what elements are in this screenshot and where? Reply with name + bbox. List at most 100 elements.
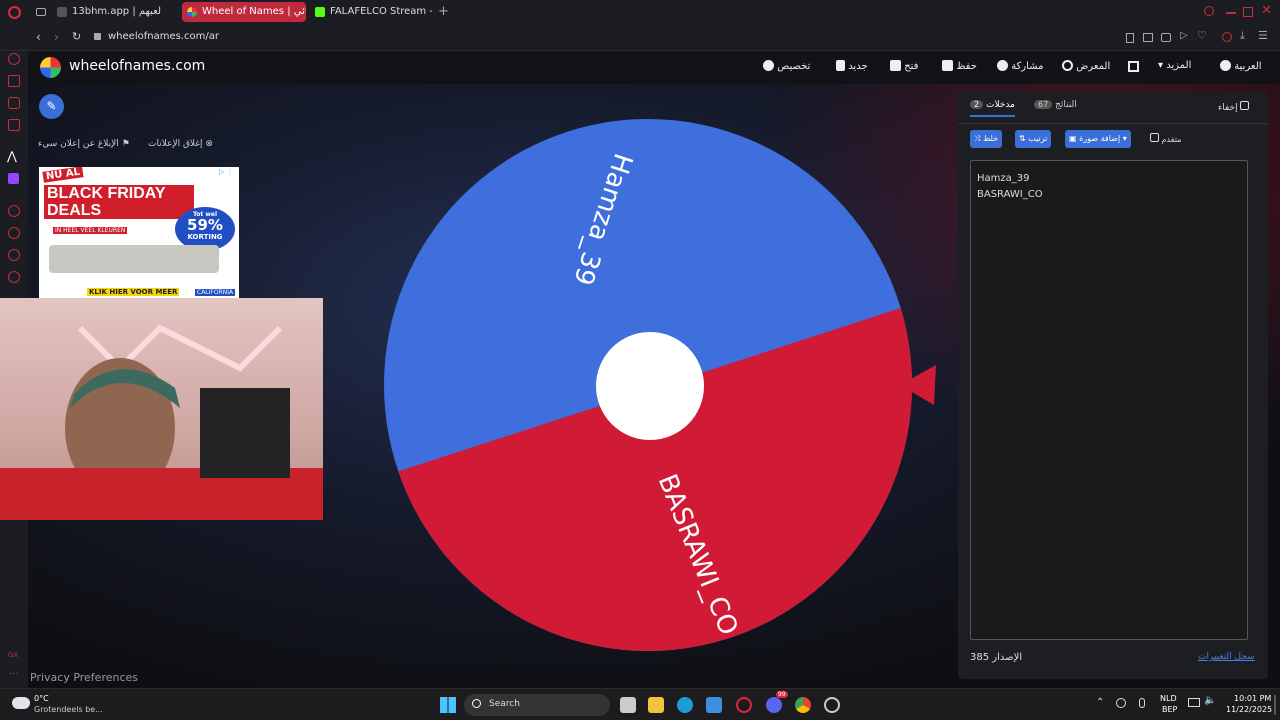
weather-temp: 0°C [34,694,49,703]
weather-icon[interactable] [12,697,30,709]
speed-dial-icon[interactable] [8,53,20,65]
wheel-svg[interactable]: Hamza_39 BASRAWI_CO [384,119,912,651]
more-sidebar-icon[interactable]: ··· [9,669,19,680]
more-dropdown[interactable]: ▾ المزيد [1158,60,1191,71]
close-ads-link[interactable]: إغلاق الإعلانات ⊗ [148,139,213,149]
file-explorer-icon[interactable] [648,697,664,713]
language-selector[interactable]: العربية [1216,60,1262,72]
sort-button[interactable]: ⇅ ترتيب [1015,130,1052,148]
tab-entries[interactable]: مدخلات 2 [970,100,1015,117]
clock-date[interactable]: 11/22/2025 [1226,705,1272,714]
twitch-icon[interactable] [8,173,19,184]
reload-button[interactable]: ↻ [72,30,81,43]
opera-gx-icon[interactable] [736,697,752,713]
ad-banner[interactable]: NU AL BLACK FRIDAY DEALS IN HEEL VEEL KL… [39,167,239,298]
settings-icon[interactable] [8,271,20,283]
ad-headline: BLACK FRIDAY DEALS [44,185,194,219]
discord-icon[interactable] [766,697,782,713]
wheel-center[interactable] [596,332,704,440]
minimize-button[interactable] [1226,12,1236,14]
aria-icon[interactable]: ⋀ [7,149,17,163]
search-tabs-icon[interactable] [1204,6,1214,16]
messenger-icon[interactable] [8,97,20,109]
chair [200,388,290,478]
download-icon[interactable]: ⤓ [1240,29,1245,43]
gx-corner-icon[interactable] [8,119,20,131]
lock-icon [94,33,101,40]
new-button[interactable]: جديد [832,60,868,72]
start-button[interactable] [440,697,456,713]
tray-sync-icon[interactable] [1116,698,1126,708]
microphone-icon[interactable] [1139,698,1145,708]
new-tab-button[interactable]: + [438,4,449,19]
history-icon[interactable] [8,227,20,239]
entries-textarea[interactable]: Hamza_39 BASRAWI_CO [970,160,1248,640]
show-desktop-button[interactable] [1274,695,1276,715]
tab-wheel-of-names[interactable]: Wheel of Names | عشوائي [182,2,306,22]
clock-time[interactable]: 10:01 PM [1234,694,1271,703]
site-logo-icon[interactable] [40,57,61,78]
url-field[interactable]: wheelofnames.com/ar [108,31,219,42]
taskbar-search[interactable]: Search [464,694,610,716]
results-count-badge: 67 [1034,100,1053,109]
close-window-button[interactable]: ✕ [1261,3,1272,18]
globe-icon [1220,60,1231,71]
advanced-toggle[interactable]: متقدم [1150,133,1181,144]
ad-choices-icon[interactable]: ▷ ⋮ [219,168,234,176]
hide-checkbox[interactable] [1240,101,1250,110]
advanced-checkbox[interactable] [1150,133,1159,142]
tab-13bhm[interactable]: 13bhm.app | لعبهم [52,2,178,22]
store-icon[interactable] [706,697,722,713]
downloads-sidebar-icon[interactable] [8,249,20,261]
edit-pencil-button[interactable]: ✎ [39,94,64,119]
steam-icon[interactable] [824,697,840,713]
tab-results[interactable]: النتائج 67 [1034,100,1077,110]
snapshot-icon[interactable] [1143,33,1153,42]
add-image-button[interactable]: ▣ إضافة صورة ▾ [1065,130,1131,148]
site-logo-text[interactable]: wheelofnames.com [69,58,205,74]
ad-tag: NU AL [42,167,84,183]
tab-overview-icon[interactable] [36,8,46,16]
tray-chevron-icon[interactable]: ⌃ [1096,697,1104,708]
edge-icon[interactable] [677,697,693,713]
lang-code[interactable]: NLD [1160,694,1177,703]
wheel-pointer-icon [900,365,936,405]
task-view-icon[interactable] [620,697,636,713]
customize-button[interactable]: تخصيص [759,60,810,72]
opera-logo-icon[interactable] [8,6,21,19]
privacy-preferences-link[interactable]: Privacy Preferences [30,671,138,684]
search-icon [1062,60,1073,71]
network-icon[interactable] [1188,698,1200,707]
fullscreen-icon[interactable] [1128,61,1139,72]
hide-toggle[interactable]: إخفاء [1218,101,1250,113]
gallery-button[interactable]: المعرض [1058,60,1110,72]
ad-cta: KLIK HIER VOOR MEER [87,288,180,296]
heart-icon[interactable]: ♡ [1197,29,1207,42]
kick-favicon-icon [315,7,325,17]
entries-panel: مدخلات 2 النتائج 67 إخفاء ⤨ خلط ⇅ ترتيب … [958,91,1268,679]
forward-button[interactable]: › [54,30,59,44]
image-icon: ▣ [1069,134,1077,143]
bookmark-icon[interactable] [1126,33,1134,43]
volume-icon[interactable]: 🔈 [1204,695,1216,706]
changelog-link[interactable]: سجل التغييرات [1198,652,1255,662]
menu-icon[interactable]: ☰ [1258,29,1268,42]
shuffle-button[interactable]: ⤨ خلط [970,130,1003,148]
share-button[interactable]: مشاركة [993,60,1043,72]
gx-control-icon[interactable] [8,75,20,87]
chrome-icon[interactable] [795,697,811,713]
account-icon[interactable] [1222,32,1232,42]
extension-icon[interactable] [1161,33,1171,42]
palette-icon [763,60,774,71]
tab-falafelco-stream[interactable]: FALAFELCO Stream - Wat [310,2,432,22]
player-sidebar-icon[interactable] [8,205,20,217]
wheel[interactable]: Hamza_39 BASRAWI_CO [384,119,912,651]
report-ad-link[interactable]: الإبلاغ عن إعلان سيء ⚑ [38,139,130,149]
entries-count-badge: 2 [970,100,984,109]
maximize-button[interactable] [1243,7,1253,17]
back-button[interactable]: ‹ [36,30,41,44]
panel-divider [958,123,1268,124]
player-icon[interactable]: ▷ [1180,30,1188,41]
open-button[interactable]: فتح [886,60,918,72]
save-button[interactable]: حفظ [938,60,977,72]
